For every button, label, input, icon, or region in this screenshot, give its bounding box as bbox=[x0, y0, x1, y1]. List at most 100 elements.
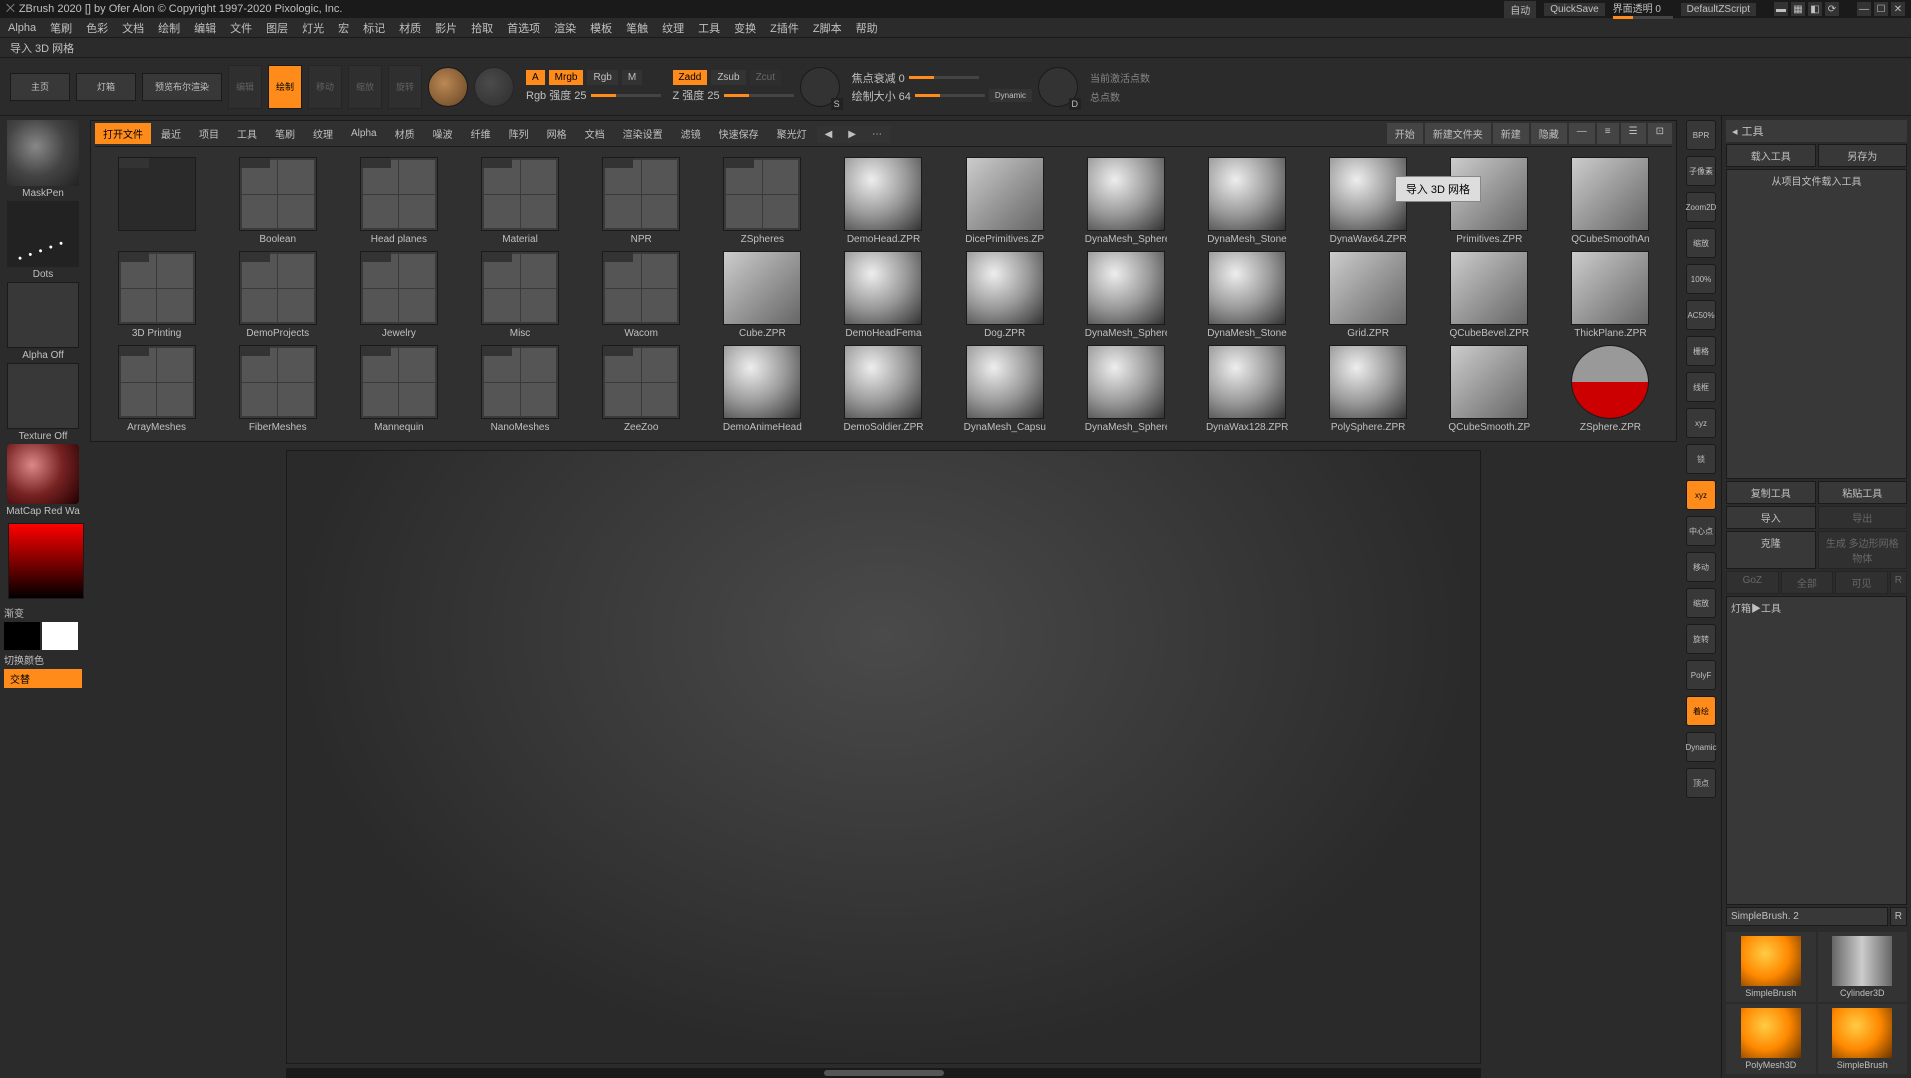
nav-more-icon[interactable]: ⋯ bbox=[864, 126, 890, 143]
menu-item-灯光[interactable]: 灯光 bbox=[302, 20, 324, 36]
color-picker[interactable] bbox=[8, 523, 84, 599]
menu-item-Z插件[interactable]: Z插件 bbox=[770, 20, 799, 36]
browser-item[interactable]: Wacom bbox=[584, 251, 699, 339]
move-icon[interactable]: 移动 bbox=[1686, 552, 1716, 582]
browser-tab[interactable]: 笔刷 bbox=[267, 123, 303, 144]
focal-shift-slider[interactable] bbox=[909, 76, 979, 79]
alpha-thumbnail[interactable] bbox=[7, 282, 79, 348]
brush-thumbnail[interactable] bbox=[7, 120, 79, 186]
browser-tab[interactable]: 聚光灯 bbox=[769, 123, 815, 144]
browser-item[interactable]: ZSpheres bbox=[705, 157, 820, 245]
browser-tab[interactable]: 最近 bbox=[153, 123, 189, 144]
draw-button[interactable]: 绘制 bbox=[268, 65, 302, 109]
rotate-icon[interactable]: 旋转 bbox=[1686, 624, 1716, 654]
swatch-black[interactable] bbox=[4, 622, 40, 650]
browser-item[interactable] bbox=[99, 157, 214, 245]
browser-item[interactable]: ThickPlane.ZPR bbox=[1553, 251, 1668, 339]
menu-item-工具[interactable]: 工具 bbox=[698, 20, 720, 36]
tool-item[interactable]: PolyMesh3D bbox=[1726, 1004, 1816, 1074]
make-polymesh-button[interactable]: 生成 多边形网格物体 bbox=[1818, 531, 1908, 569]
browser-item[interactable]: ZSphere.ZPR bbox=[1553, 345, 1668, 433]
view-mode-icon[interactable]: ≡ bbox=[1597, 123, 1619, 144]
dynamic-icon[interactable]: Dynamic bbox=[1686, 732, 1716, 762]
material-thumbnail[interactable] bbox=[7, 444, 79, 504]
frame-icon[interactable]: 着绘 bbox=[1686, 696, 1716, 726]
mrgb-button[interactable]: Mrgb bbox=[549, 70, 584, 85]
browser-item[interactable]: DemoHead.ZPR bbox=[826, 157, 941, 245]
menu-item-变换[interactable]: 变换 bbox=[734, 20, 756, 36]
win-icon[interactable]: ◧ bbox=[1808, 2, 1822, 16]
gizmo-sphere2-icon[interactable] bbox=[474, 67, 514, 107]
nav-prev-icon[interactable]: ◀ bbox=[817, 126, 841, 143]
z-intensity-label[interactable]: Z 强度 25 bbox=[673, 87, 720, 103]
browser-item[interactable]: DynaWax128.ZPR bbox=[1189, 345, 1304, 433]
rgb-intensity-slider[interactable] bbox=[591, 94, 661, 97]
menu-item-宏[interactable]: 宏 bbox=[338, 20, 349, 36]
clone-button[interactable]: 克隆 bbox=[1726, 531, 1816, 569]
browser-item[interactable]: DemoAnimeHead bbox=[705, 345, 820, 433]
menu-item-标记[interactable]: 标记 bbox=[363, 20, 385, 36]
draw-size-slider[interactable] bbox=[915, 94, 985, 97]
import-button[interactable]: 导入 bbox=[1726, 506, 1816, 529]
menu-item-首选项[interactable]: 首选项 bbox=[507, 20, 540, 36]
draw-size-label[interactable]: 绘制大小 64 bbox=[852, 88, 911, 104]
browser-tab[interactable]: 网格 bbox=[539, 123, 575, 144]
maximize-icon[interactable]: ☐ bbox=[1874, 2, 1888, 16]
lock-icon[interactable]: 锁 bbox=[1686, 444, 1716, 474]
saveas-button[interactable]: 另存为 bbox=[1818, 144, 1908, 167]
nav-next-icon[interactable]: ▶ bbox=[840, 126, 864, 143]
browser-item[interactable]: DynaMesh_Sphere bbox=[1068, 345, 1183, 433]
browser-item[interactable]: DynaMesh_Stone bbox=[1189, 157, 1304, 245]
view-mode-icon[interactable]: — bbox=[1569, 123, 1595, 144]
browser-tab[interactable]: 文档 bbox=[577, 123, 613, 144]
document-canvas[interactable] bbox=[286, 450, 1481, 1064]
browser-item[interactable]: Boolean bbox=[220, 157, 335, 245]
browser-item[interactable]: Grid.ZPR bbox=[1311, 251, 1426, 339]
100pct-icon[interactable]: 100% bbox=[1686, 264, 1716, 294]
m-button[interactable]: M bbox=[622, 70, 642, 85]
win-icon[interactable]: ⟳ bbox=[1825, 2, 1839, 16]
dynamic-button[interactable]: Dynamic bbox=[989, 89, 1032, 102]
menu-item-笔触[interactable]: 笔触 bbox=[626, 20, 648, 36]
browser-item[interactable]: ZeeZoo bbox=[584, 345, 699, 433]
browser-item[interactable]: Material bbox=[462, 157, 577, 245]
ui-transparency-slider[interactable] bbox=[1613, 16, 1673, 19]
browser-tab[interactable]: 阵列 bbox=[501, 123, 537, 144]
browser-item[interactable]: DemoHeadFema bbox=[826, 251, 941, 339]
goz-button[interactable]: GoZ bbox=[1726, 571, 1779, 594]
menu-item-Z脚本[interactable]: Z脚本 bbox=[813, 20, 842, 36]
browser-item[interactable]: DemoSoldier.ZPR bbox=[826, 345, 941, 433]
gradient-label[interactable]: 渐变 bbox=[4, 605, 82, 620]
browser-item[interactable]: Mannequin bbox=[341, 345, 456, 433]
export-button[interactable]: 导出 bbox=[1818, 506, 1908, 529]
browser-item[interactable]: PolySphere.ZPR bbox=[1311, 345, 1426, 433]
scale-button[interactable]: 缩放 bbox=[348, 65, 382, 109]
browser-item[interactable]: DemoProjects bbox=[220, 251, 335, 339]
win-icon[interactable]: ▬ bbox=[1774, 2, 1788, 16]
ui-transparency-label[interactable]: 界面透明 0 bbox=[1613, 0, 1673, 15]
browser-tab[interactable]: 打开文件 bbox=[95, 123, 151, 144]
browser-item[interactable]: QCubeBevel.ZPR bbox=[1432, 251, 1547, 339]
edit-button[interactable]: 编辑 bbox=[228, 65, 262, 109]
grid-icon[interactable]: 栅格 bbox=[1686, 336, 1716, 366]
browser-tab[interactable]: 快速保存 bbox=[711, 123, 767, 144]
browser-tab[interactable]: 滤镜 bbox=[673, 123, 709, 144]
browser-action-button[interactable]: 新建文件夹 bbox=[1425, 123, 1491, 144]
rgb-button[interactable]: Rgb bbox=[587, 70, 617, 85]
browser-item[interactable]: QCubeSmooth.ZP bbox=[1432, 345, 1547, 433]
move-button[interactable]: 移动 bbox=[308, 65, 342, 109]
menu-item-帮助[interactable]: 帮助 bbox=[856, 20, 878, 36]
tool-item[interactable]: SimpleBrush bbox=[1726, 932, 1816, 1002]
browser-item[interactable]: DynaMesh_Capsu bbox=[947, 345, 1062, 433]
paste-tool-button[interactable]: 粘贴工具 bbox=[1818, 481, 1908, 504]
browser-tab[interactable]: 纹理 bbox=[305, 123, 341, 144]
browser-item[interactable]: Head planes bbox=[341, 157, 456, 245]
menu-item-拾取[interactable]: 拾取 bbox=[471, 20, 493, 36]
browser-item[interactable]: DynaMesh_Stone bbox=[1189, 251, 1304, 339]
browser-action-button[interactable]: 开始 bbox=[1387, 123, 1423, 144]
menu-item-影片[interactable]: 影片 bbox=[435, 20, 457, 36]
zcut-button[interactable]: Zcut bbox=[750, 70, 781, 85]
view-mode-icon[interactable]: ⊡ bbox=[1648, 123, 1672, 144]
ac50-icon[interactable]: AC50% bbox=[1686, 300, 1716, 330]
stroke-thumbnail[interactable] bbox=[7, 201, 79, 267]
